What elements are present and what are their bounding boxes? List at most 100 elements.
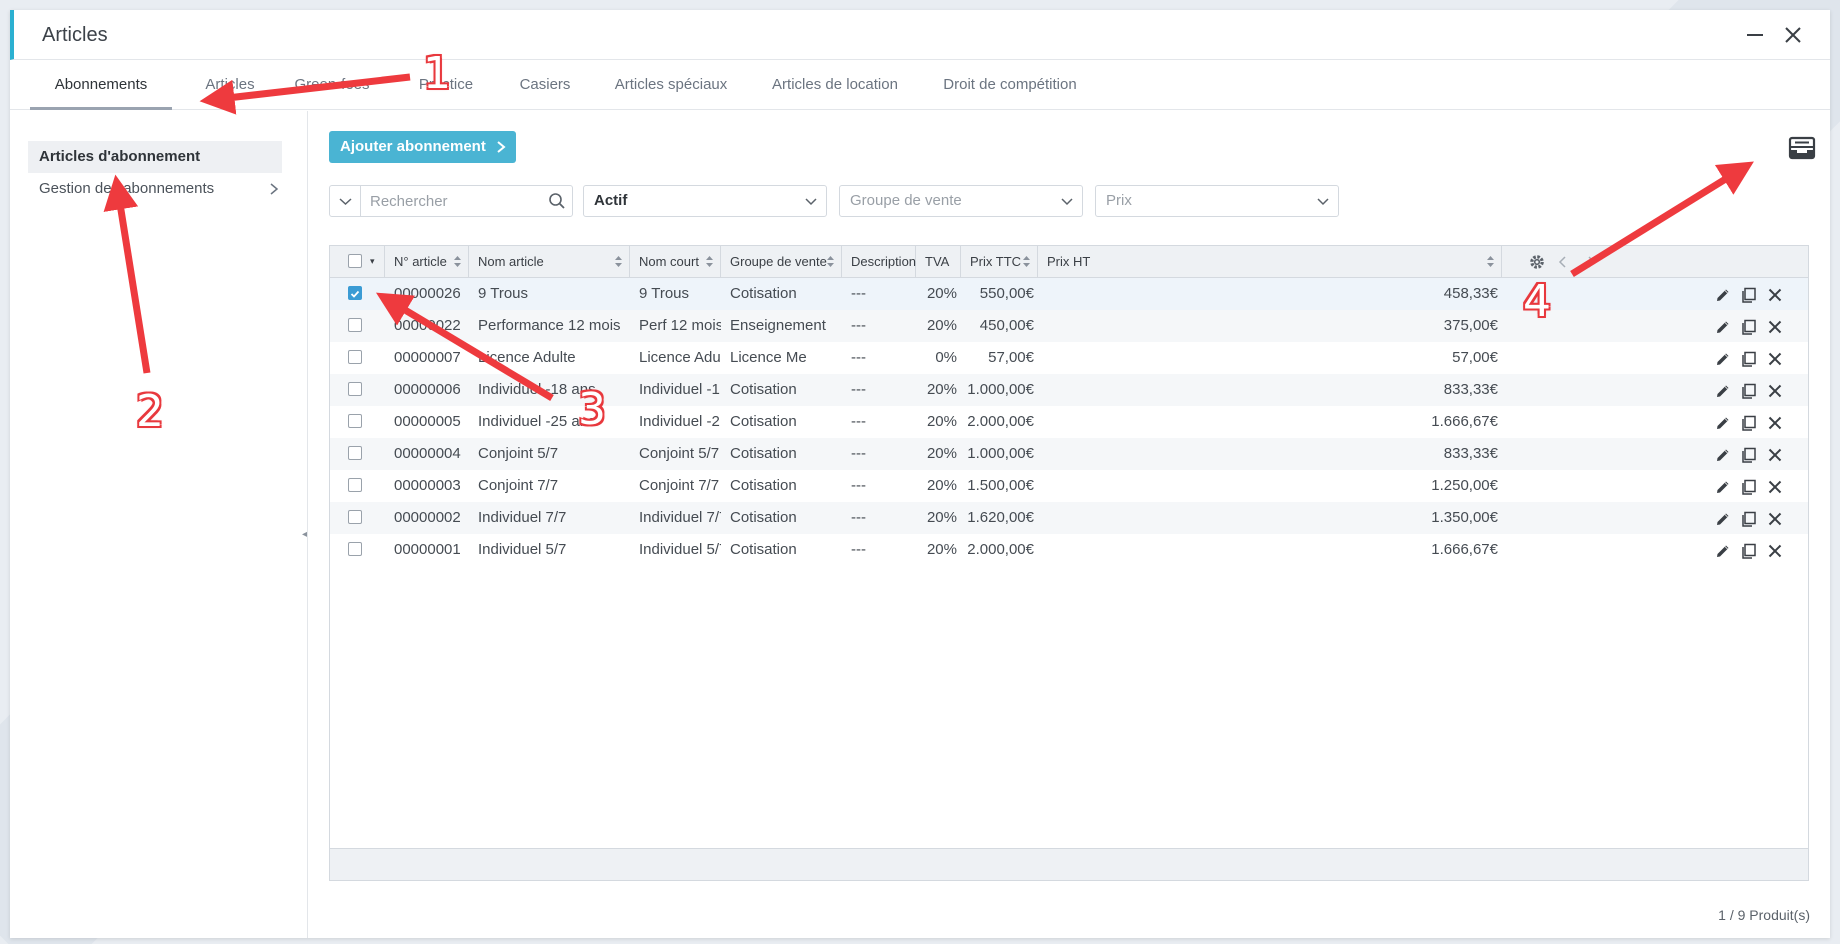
close-icon[interactable] (1766, 382, 1784, 400)
search-icon[interactable] (548, 192, 566, 210)
search-input[interactable] (362, 186, 542, 216)
table-row[interactable]: 00000022 Performance 12 mois Perf 12 mois E… (330, 310, 1808, 342)
row-actions (1696, 310, 1808, 342)
cell-num: 00000003 (394, 477, 461, 494)
chevron-right-icon[interactable] (1586, 255, 1596, 269)
table-row[interactable]: 00000002 Individuel 7/7 Individuel 7/7 Coti… (330, 502, 1808, 534)
copy-icon[interactable] (1740, 478, 1758, 496)
minimize-icon[interactable] (1740, 20, 1770, 50)
copy-icon[interactable] (1740, 286, 1758, 304)
col-tva[interactable]: TVA (916, 246, 961, 277)
cell-tva: 20% (926, 317, 957, 334)
cell-name: Conjoint 7/7 (478, 477, 559, 494)
close-icon[interactable] (1766, 286, 1784, 304)
cell-ht: 833,33€ (1443, 445, 1498, 462)
table-row[interactable]: 00000026 9 Trous 9 Trous Cotisation --- 20% 55… (330, 278, 1808, 310)
table-row[interactable]: 00000006Individuel -18 ansIndividuel -1.… (330, 374, 1808, 406)
col-prix-ttc[interactable]: Prix TTC (961, 246, 1038, 277)
copy-icon[interactable] (1740, 382, 1758, 400)
col-nom-article[interactable]: Nom article (469, 246, 630, 277)
row-checkbox[interactable] (348, 446, 362, 460)
col-groupe-de-vente[interactable]: Groupe de vente (721, 246, 842, 277)
tab-green-fees[interactable]: Green-fees (282, 61, 382, 110)
table-row[interactable]: 00000005Individuel -25 ansIndividuel -2.… (330, 406, 1808, 438)
chevron-right-icon (270, 183, 279, 195)
row-actions (1696, 470, 1808, 502)
tab-articles[interactable]: Articles (190, 61, 270, 110)
close-icon[interactable] (1766, 446, 1784, 464)
cell-tva: 20% (926, 445, 957, 462)
table-row[interactable]: 00000003 Conjoint 7/7 Conjoint 7/7 Cotisati… (330, 470, 1808, 502)
row-checkbox[interactable] (348, 510, 362, 524)
pencil-icon[interactable] (1714, 510, 1732, 528)
cell-ttc: 2.000,00€ (967, 413, 1034, 430)
close-icon[interactable] (1766, 542, 1784, 560)
copy-icon[interactable] (1740, 510, 1758, 528)
product-count: 1 / 9 Produit(s) (1718, 907, 1810, 923)
table-row[interactable]: 00000007 Licence Adulte Licence Adu... Lice… (330, 342, 1808, 374)
close-window-icon[interactable] (1778, 20, 1808, 50)
cell-ttc: 450,00€ (979, 317, 1034, 334)
sidebar-item-gestion-abonnements[interactable]: Gestion des abonnements (28, 173, 282, 205)
cell-tva: 20% (926, 541, 957, 558)
col-nom-court[interactable]: Nom court (630, 246, 721, 277)
close-icon[interactable] (1766, 318, 1784, 336)
close-icon[interactable] (1766, 478, 1784, 496)
row-checkbox[interactable] (348, 350, 362, 364)
price-placeholder: Prix (1106, 192, 1132, 209)
tab-articles-de-location[interactable]: Articles de location (760, 61, 910, 110)
archive-tray-icon[interactable] (1788, 135, 1816, 161)
close-icon[interactable] (1766, 350, 1784, 368)
gear-icon[interactable] (1528, 253, 1546, 271)
sidebar-item-label: Gestion des abonnements (39, 180, 215, 197)
sales-group-select[interactable]: Groupe de vente (839, 185, 1083, 217)
cell-desc: --- (851, 509, 866, 526)
row-checkbox[interactable] (348, 382, 362, 396)
chevron-down-icon (805, 198, 817, 206)
row-checkbox[interactable] (348, 478, 362, 492)
cell-group: Enseignement (730, 317, 826, 334)
pencil-icon[interactable] (1714, 318, 1732, 336)
pencil-icon[interactable] (1714, 414, 1732, 432)
cell-name: Licence Adulte (478, 349, 576, 366)
tab-articles-speciaux[interactable]: Articles spéciaux (606, 61, 736, 110)
copy-icon[interactable] (1740, 414, 1758, 432)
copy-icon[interactable] (1740, 350, 1758, 368)
cell-ttc: 1.000,00€ (967, 381, 1034, 398)
status-select[interactable]: Actif (583, 185, 827, 217)
pencil-icon[interactable] (1714, 286, 1732, 304)
caret-down-icon[interactable]: ▾ (370, 246, 375, 277)
pencil-icon[interactable] (1714, 350, 1732, 368)
search-options-dropdown[interactable] (330, 186, 361, 216)
col-prix-ht[interactable]: Prix HT (1038, 246, 1502, 277)
articles-window: Articles Abonnements Articles Green-fees… (10, 10, 1830, 938)
table-row[interactable]: 00000001 Individuel 5/7 Individuel 5/7 Coti… (330, 534, 1808, 566)
pencil-icon[interactable] (1714, 478, 1732, 496)
sidebar-collapse-handle[interactable]: ◂ (302, 529, 307, 540)
chevron-left-icon[interactable] (1558, 255, 1568, 269)
cell-ht: 1.250,00€ (1431, 477, 1498, 494)
pencil-icon[interactable] (1714, 446, 1732, 464)
tab-droit-de-competition[interactable]: Droit de compétition (934, 61, 1086, 110)
cell-ttc: 1.620,00€ (967, 509, 1034, 526)
pencil-icon[interactable] (1714, 542, 1732, 560)
table-row[interactable]: 00000004 Conjoint 5/7 Conjoint 5/7 Cotisati… (330, 438, 1808, 470)
row-checkbox[interactable] (348, 286, 362, 300)
price-select[interactable]: Prix (1095, 185, 1339, 217)
copy-icon[interactable] (1740, 542, 1758, 560)
close-icon[interactable] (1766, 510, 1784, 528)
tab-abonnements[interactable]: Abonnements (30, 61, 172, 110)
col-description[interactable]: Description (842, 246, 916, 277)
row-checkbox[interactable] (348, 542, 362, 556)
pencil-icon[interactable] (1714, 382, 1732, 400)
row-checkbox[interactable] (348, 414, 362, 428)
sidebar-item-articles-abonnement[interactable]: Articles d'abonnement (28, 141, 282, 173)
close-icon[interactable] (1766, 414, 1784, 432)
col-numero-article[interactable]: N° article (385, 246, 469, 277)
copy-icon[interactable] (1740, 446, 1758, 464)
add-subscription-button[interactable]: Ajouter abonnement (329, 131, 516, 163)
tab-casiers[interactable]: Casiers (508, 61, 582, 110)
select-all-checkbox[interactable] (348, 254, 362, 268)
row-checkbox[interactable] (348, 318, 362, 332)
copy-icon[interactable] (1740, 318, 1758, 336)
